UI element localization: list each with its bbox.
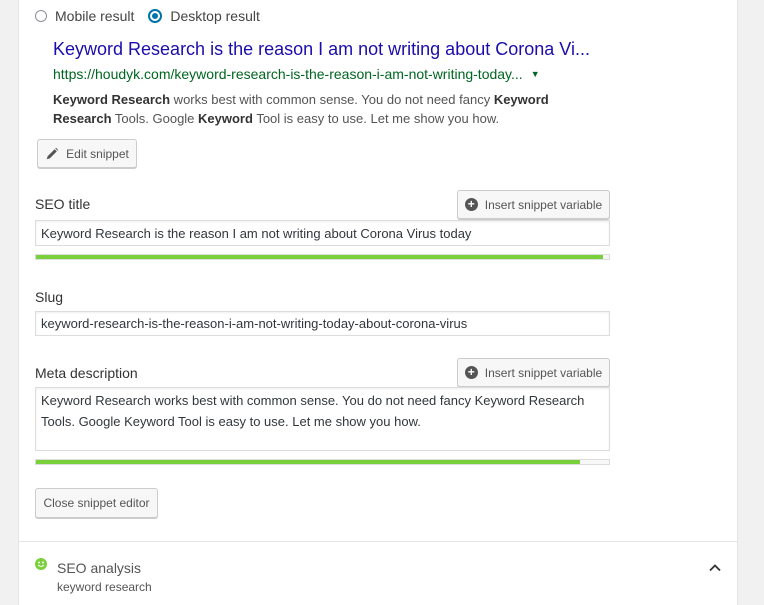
snippet-preview-title: Keyword Research is the reason I am not … (53, 39, 590, 59)
desc-text-2: works best with common sense. You do not… (170, 92, 494, 107)
close-snippet-editor-button[interactable]: Close snippet editor (35, 488, 158, 518)
insert-variable-button-title[interactable]: + Insert snippet variable (457, 190, 610, 219)
seo-title-value: Keyword Research is the reason I am not … (41, 225, 472, 241)
seo-title-input[interactable]: Keyword Research is the reason I am not … (35, 220, 610, 246)
chevron-up-icon[interactable] (706, 559, 724, 577)
meta-description-textarea[interactable]: Keyword Research works best with common … (35, 387, 610, 451)
desktop-result-label[interactable]: Desktop result (170, 8, 259, 24)
snippet-preview-url-text: https://houdyk.com/keyword-research-is-t… (53, 66, 523, 82)
snippet-preview-url: https://houdyk.com/keyword-research-is-t… (53, 66, 540, 82)
section-divider (19, 541, 737, 542)
preview-mode-group: Mobile result Desktop result (35, 6, 274, 26)
seo-title-progress-fill (36, 255, 604, 259)
pencil-icon (46, 147, 59, 159)
slug-label: Slug (35, 289, 64, 305)
slug-value: keyword-research-is-the-reason-i-am-not-… (41, 316, 468, 331)
plus-circle-icon: + (464, 198, 478, 211)
edit-snippet-label: Edit snippet (66, 146, 129, 161)
desktop-result-radio[interactable] (148, 9, 163, 23)
plus-circle-icon: + (464, 366, 478, 379)
meta-description-progress-bar (35, 459, 610, 465)
desc-bold-5: Keyword (198, 111, 253, 126)
smiley-face-icon (35, 558, 47, 570)
desc-text-6: Tool is easy to use. Let me show you how… (252, 111, 500, 126)
snippet-editor-panel: Mobile result Desktop result Keyword Res… (18, 0, 738, 605)
desc-bold-1: Keyword Research (53, 92, 171, 107)
seo-analysis-keyphrase: keyword research (57, 580, 152, 594)
desc-text-4: Tools. Google (111, 111, 199, 126)
caret-down-icon: ▼ (530, 69, 540, 79)
seo-title-label: SEO title (35, 196, 91, 212)
meta-description-label: Meta description (35, 365, 138, 381)
edit-snippet-button[interactable]: Edit snippet (37, 139, 137, 168)
mobile-result-radio[interactable] (35, 10, 47, 22)
mobile-result-label[interactable]: Mobile result (55, 8, 134, 24)
snippet-preview-description: Keyword Research works best with common … (53, 90, 573, 128)
insert-variable-label: Insert snippet variable (484, 365, 603, 380)
meta-description-progress-fill (36, 460, 581, 464)
seo-analysis-title[interactable]: SEO analysis (57, 560, 141, 576)
slug-input[interactable]: keyword-research-is-the-reason-i-am-not-… (35, 311, 610, 336)
seo-title-progress-bar (35, 254, 610, 260)
insert-variable-button-description[interactable]: + Insert snippet variable (457, 358, 610, 387)
insert-variable-label: Insert snippet variable (484, 197, 603, 212)
